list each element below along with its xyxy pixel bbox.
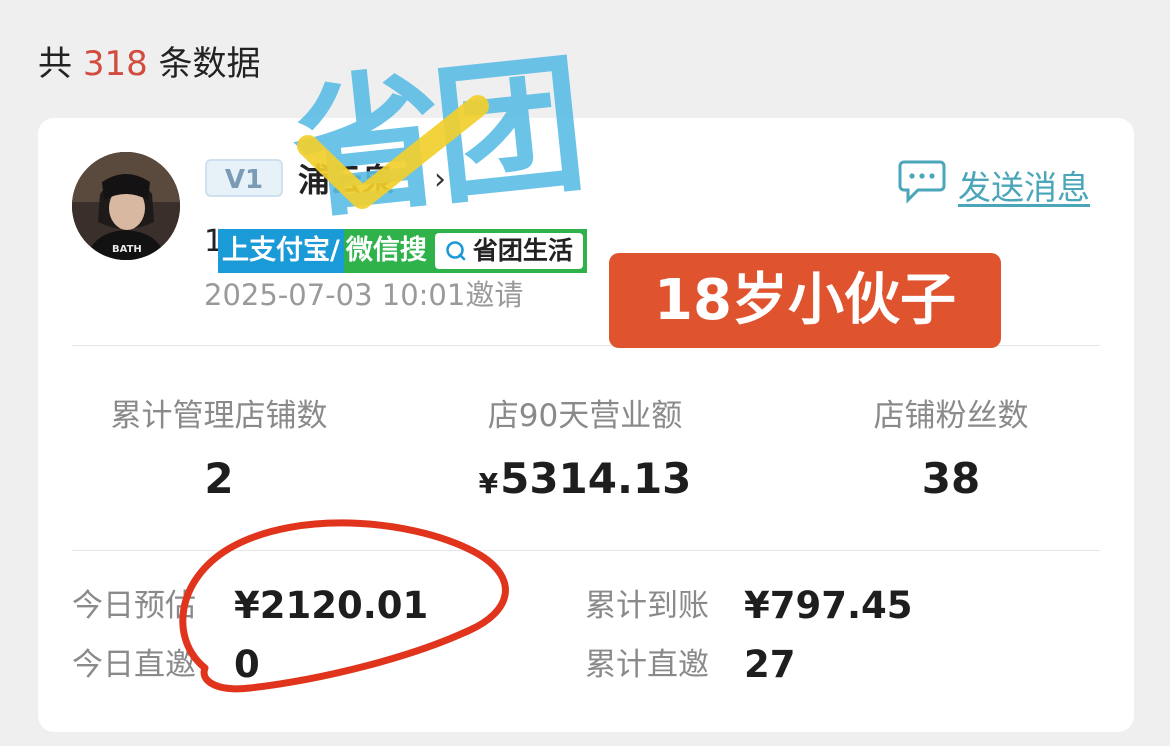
send-message-label: 发送消息 bbox=[958, 168, 1090, 207]
stat-value: 2 bbox=[204, 454, 234, 503]
stat-label: 店铺粉丝数 bbox=[873, 398, 1029, 434]
stat-managed-stores: 累计管理店铺数 2 bbox=[69, 393, 369, 507]
stat-label: 累计管理店铺数 bbox=[110, 398, 328, 434]
total-received-label: 累计到账 bbox=[585, 588, 709, 624]
total-direct-value: 27 bbox=[744, 643, 796, 686]
stat-90day-revenue: 店90天营业额 ¥5314.13 bbox=[435, 393, 735, 512]
chat-bubble-icon bbox=[898, 158, 946, 218]
today-direct-label: 今日直邀 bbox=[72, 647, 196, 683]
send-message-button[interactable]: 发送消息 bbox=[898, 158, 1090, 218]
stat-label: 店90天营业额 bbox=[487, 398, 683, 434]
search-icon bbox=[446, 241, 466, 261]
level-badge: V1 bbox=[205, 159, 283, 197]
promo-search-text: 省团生活 bbox=[472, 236, 573, 265]
user-nickname[interactable]: 浦云泉 bbox=[298, 158, 394, 202]
total-direct-label: 累计直邀 bbox=[585, 647, 709, 683]
total-count: 318 bbox=[82, 44, 148, 84]
stat-number: 5314.13 bbox=[500, 454, 692, 503]
chevron-right-icon[interactable]: › bbox=[434, 160, 446, 200]
promo-search-box: 省团生活 bbox=[434, 229, 587, 273]
total-count-line: 共 318 条数据 bbox=[38, 36, 261, 92]
today-estimate-label: 今日预估 bbox=[72, 588, 196, 624]
user-card[interactable]: BATH V1 浦云泉 › 1 2025-07-03 10:01邀请 发送消息 … bbox=[38, 118, 1134, 732]
promo-alipay: 上支付宝/ bbox=[218, 229, 344, 273]
svg-text:BATH: BATH bbox=[112, 244, 142, 255]
promo-tag: 上支付宝/ 微信搜 省团生活 bbox=[218, 229, 587, 273]
total-suffix: 条数据 bbox=[158, 44, 261, 84]
total-received-value: ¥797.45 bbox=[744, 584, 913, 627]
today-direct-value: 0 bbox=[234, 643, 260, 686]
avatar[interactable]: BATH bbox=[72, 152, 180, 260]
promo-wechat: 微信搜 bbox=[343, 229, 435, 273]
total-prefix: 共 bbox=[38, 44, 72, 84]
currency-symbol: ¥ bbox=[478, 467, 499, 500]
stat-store-fans: 店铺粉丝数 38 bbox=[801, 393, 1101, 507]
age-sticker: 18岁小伙子 bbox=[609, 253, 1001, 348]
stat-value: 38 bbox=[921, 454, 981, 503]
invite-time: 2025-07-03 10:01邀请 bbox=[204, 278, 524, 312]
stat-value: ¥5314.13 bbox=[435, 451, 735, 512]
today-estimate-value: ¥2120.01 bbox=[234, 584, 429, 627]
divider-bottom bbox=[72, 550, 1100, 551]
